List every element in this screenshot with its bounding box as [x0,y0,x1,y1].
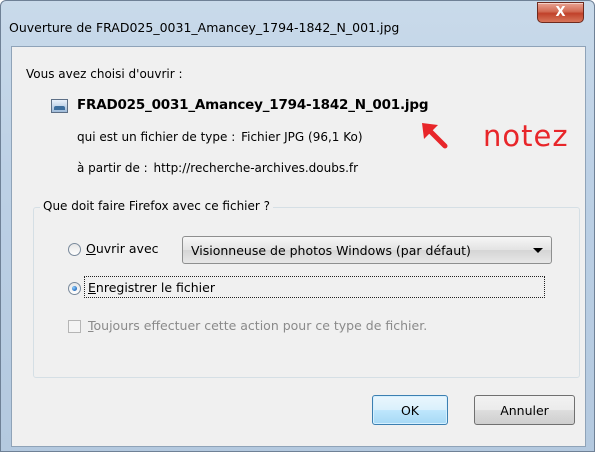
chose-label: Vous avez choisi d'ouvrir : [26,67,183,81]
cancel-button[interactable]: Annuler [474,395,575,425]
file-type-row: qui est un fichier de type : Fichier JPG… [77,130,363,144]
always-do-checkbox[interactable] [68,320,81,333]
file-type-label: qui est un fichier de type : [77,130,236,144]
red-arrow-icon [422,123,448,149]
action-group-label: Que doit faire Firefox avec ce fichier ? [40,199,274,213]
source-label: à partir de : [77,161,148,175]
close-icon: X [555,5,566,20]
open-with-radio[interactable] [68,243,81,256]
title-bar[interactable]: Ouverture de FRAD025_0031_Amancey_1794-1… [1,1,594,41]
application-select-value: Visionneuse de photos Windows (par défau… [191,243,471,258]
ok-button[interactable]: OK [372,395,448,425]
file-type-value: Fichier JPG (96,1 Ko) [241,130,363,144]
source-url: http://recherche-archives.doubs.fr [153,161,359,175]
image-file-icon [51,99,68,113]
window-title: Ouverture de FRAD025_0031_Amancey_1794-1… [9,20,400,35]
application-select[interactable]: Visionneuse de photos Windows (par défau… [182,236,552,264]
source-row: à partir de : http://recherche-archives.… [77,161,358,175]
save-file-label[interactable]: Enregistrer le fichier [88,280,215,295]
file-name: FRAD025_0031_Amancey_1794-1842_N_001.jpg [77,97,429,113]
annotation-notez: notez [483,119,569,153]
open-with-label[interactable]: Ouvrir avec [86,241,159,256]
save-file-radio[interactable] [68,282,81,295]
always-do-label[interactable]: Toujours effectuer cette action pour ce … [88,318,427,333]
chevron-down-icon [533,248,543,253]
close-button[interactable]: X [537,2,584,23]
